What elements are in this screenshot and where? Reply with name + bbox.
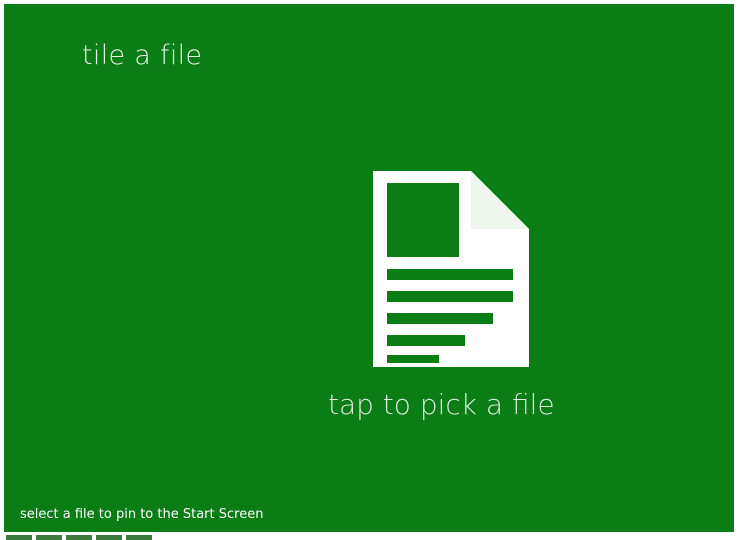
thumbnail: [6, 535, 32, 540]
app-window: tile a file tap to pick a file select a …: [4, 4, 734, 532]
thumbnail: [36, 535, 62, 540]
file-document-icon: [373, 171, 529, 367]
thumbnail: [96, 535, 122, 540]
pick-file-button[interactable]: tap to pick a file: [314, 164, 594, 444]
pick-file-label: tap to pick a file: [328, 388, 555, 421]
app-title: tile a file: [82, 40, 203, 71]
status-hint: select a file to pin to the Start Screen: [20, 507, 264, 522]
thumbnail-strip: [6, 535, 166, 540]
thumbnail: [126, 535, 152, 540]
thumbnail: [66, 535, 92, 540]
